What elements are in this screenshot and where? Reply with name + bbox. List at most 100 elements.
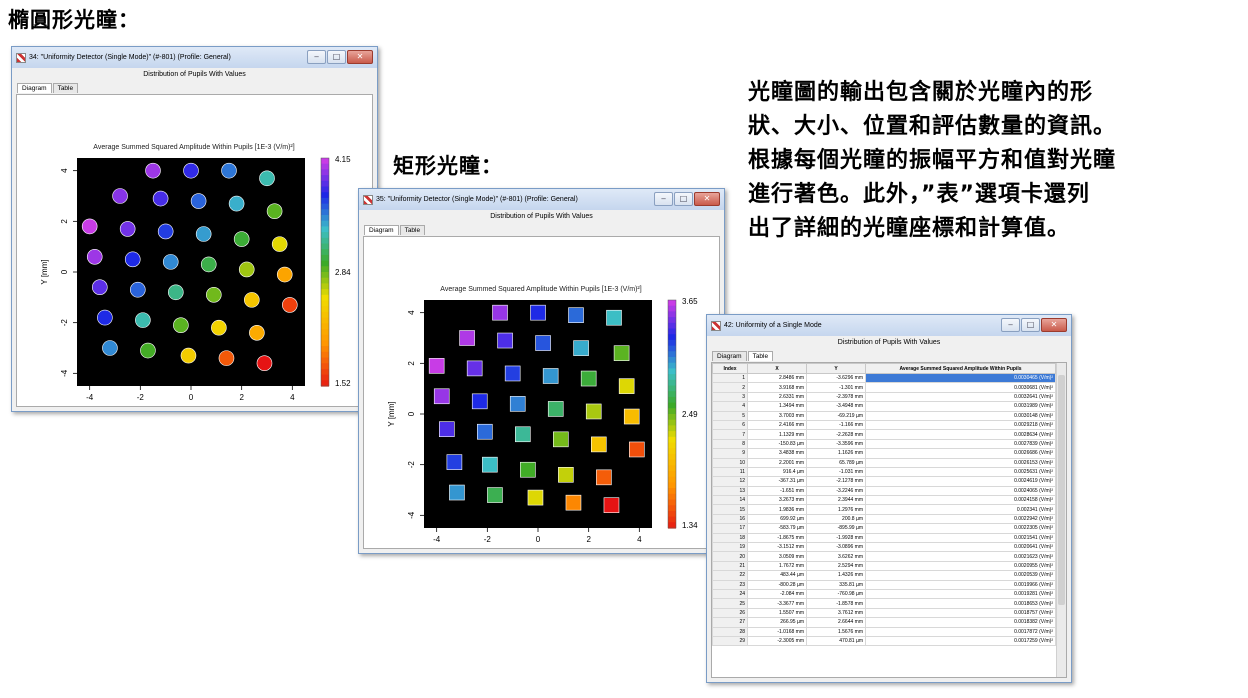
cell-y[interactable]: -1.031 mm: [806, 466, 866, 478]
window-titlebar[interactable]: 34: "Uniformity Detector (Single Mode)" …: [12, 47, 377, 68]
cell-x[interactable]: 3.7003 mm: [747, 410, 807, 421]
tab-table[interactable]: Table: [399, 225, 426, 235]
table-row[interactable]: 5 3.7003 mm -69.219 µm 0.0030148 (V/m)²: [712, 410, 1056, 421]
pupil-marker[interactable]: [218, 350, 235, 366]
cell-value[interactable]: 0.0029218 (V/m)²: [865, 419, 1056, 431]
cell-y[interactable]: -2.1278 mm: [806, 476, 866, 487]
pupil-marker[interactable]: [124, 251, 141, 268]
pupil-marker[interactable]: [585, 403, 602, 420]
cell-value[interactable]: 0.0020539 (V/m)²: [865, 570, 1056, 581]
column-header-x[interactable]: X: [747, 363, 807, 374]
cell-value[interactable]: 0.0022305 (V/m)²: [865, 523, 1056, 534]
pupil-marker[interactable]: [233, 231, 250, 247]
cell-x[interactable]: -3.1512 mm: [747, 542, 807, 553]
cell-value[interactable]: 0.0020955 (V/m)²: [865, 560, 1056, 572]
cell-value[interactable]: 0.0022942 (V/m)²: [865, 513, 1056, 525]
pupil-marker[interactable]: [249, 325, 265, 341]
window-titlebar[interactable]: 35: "Uniformity Detector (Single Mode)" …: [359, 189, 724, 210]
pupil-marker[interactable]: [152, 190, 169, 207]
pupil-marker[interactable]: [102, 340, 118, 356]
column-header-index[interactable]: Index: [712, 363, 748, 374]
pupil-marker[interactable]: [515, 426, 531, 443]
cell-y[interactable]: -1.9928 mm: [806, 532, 866, 544]
cell-index[interactable]: 25: [712, 598, 748, 609]
cell-index[interactable]: 3: [712, 391, 748, 403]
pupil-marker[interactable]: [200, 256, 217, 273]
table-row[interactable]: 7 1.1329 mm -2.2628 mm 0.0028634 (V/m)²: [712, 429, 1056, 440]
pupil-marker[interactable]: [492, 304, 508, 321]
cell-x[interactable]: 2.4166 mm: [747, 419, 807, 431]
cell-x[interactable]: -1.8675 mm: [747, 532, 807, 544]
cell-y[interactable]: -3.2246 mm: [806, 485, 866, 497]
cell-y[interactable]: 2.5294 mm: [806, 560, 866, 572]
cell-index[interactable]: 21: [712, 560, 748, 572]
cell-index[interactable]: 20: [712, 551, 748, 562]
pupil-marker[interactable]: [439, 421, 455, 437]
cell-value[interactable]: 0.0026686 (V/m)²: [865, 448, 1056, 459]
pupil-chart-ellipse[interactable]: Average Summed Squared Amplitude Within …: [17, 95, 372, 406]
table-row[interactable]: 6 2.4166 mm -1.166 mm 0.0029218 (V/m)²: [712, 419, 1056, 431]
minimize-icon[interactable]: ‒: [654, 192, 673, 206]
cell-index[interactable]: 29: [712, 635, 748, 647]
pupil-chart-rect[interactable]: Average Summed Squared Amplitude Within …: [364, 237, 719, 548]
cell-index[interactable]: 10: [712, 457, 748, 468]
pupil-marker[interactable]: [535, 335, 551, 351]
cell-x[interactable]: 1.7672 mm: [747, 560, 807, 572]
cell-y[interactable]: 200.8 µm: [806, 513, 866, 525]
cell-y[interactable]: 2.6644 mm: [806, 617, 866, 628]
cell-index[interactable]: 23: [712, 579, 748, 591]
cell-index[interactable]: 12: [712, 476, 748, 487]
tab-diagram[interactable]: Diagram: [364, 225, 399, 235]
cell-y[interactable]: 2.3944 mm: [806, 495, 866, 506]
table-row[interactable]: 17 -583.79 µm -895.99 µm 0.0022305 (V/m)²: [712, 523, 1056, 534]
pupil-marker[interactable]: [81, 218, 98, 235]
pupil-marker[interactable]: [573, 340, 589, 356]
cell-x[interactable]: 3.9168 mm: [747, 382, 807, 393]
cell-value[interactable]: 0.0031989 (V/m)²: [865, 401, 1056, 412]
maximize-icon[interactable]: □: [674, 192, 693, 206]
pupil-marker[interactable]: [596, 469, 612, 486]
minimize-icon[interactable]: ‒: [307, 50, 326, 64]
cell-x[interactable]: 3.4838 mm: [747, 448, 807, 459]
cell-value[interactable]: 0.0028634 (V/m)²: [865, 429, 1056, 440]
cell-value[interactable]: 0.0018382 (V/m)²: [865, 617, 1056, 628]
pupil-marker[interactable]: [565, 494, 582, 511]
tab-diagram[interactable]: Diagram: [712, 351, 747, 361]
cell-index[interactable]: 24: [712, 588, 748, 600]
table-row[interactable]: 16 699.92 µm 200.8 µm 0.0022942 (V/m)²: [712, 513, 1056, 525]
pupil-marker[interactable]: [547, 401, 564, 417]
cell-index[interactable]: 19: [712, 542, 748, 553]
cell-y[interactable]: 1.1626 mm: [806, 448, 866, 459]
cell-value[interactable]: 0.0020641 (V/m)²: [865, 542, 1056, 553]
pupil-marker[interactable]: [591, 436, 607, 453]
pupil-marker[interactable]: [221, 162, 237, 179]
cell-value[interactable]: 0.0018653 (V/m)²: [865, 598, 1056, 609]
cell-index[interactable]: 9: [712, 448, 748, 459]
pupil-marker[interactable]: [482, 456, 498, 473]
close-icon[interactable]: ✕: [347, 50, 373, 64]
table-row[interactable]: 3 2.6331 mm -2.3978 mm 0.0032641 (V/m)²: [712, 391, 1056, 403]
table-row[interactable]: 13 -1.651 mm -3.2246 mm 0.0024065 (V/m)²: [712, 485, 1056, 497]
cell-y[interactable]: -3.4948 mm: [806, 401, 866, 412]
cell-y[interactable]: -760.98 µm: [806, 588, 866, 600]
cell-x[interactable]: 699.92 µm: [747, 513, 807, 525]
table-row[interactable]: 29 -2.3005 mm 470.81 µm 0.0017259 (V/m)²: [712, 635, 1056, 647]
cell-value[interactable]: 0.0032641 (V/m)²: [865, 391, 1056, 403]
cell-x[interactable]: 916.4 µm: [747, 466, 807, 478]
close-icon[interactable]: ✕: [1041, 318, 1067, 332]
table-row[interactable]: 8 -150.83 µm -3.3596 mm 0.0027839 (V/m)²: [712, 438, 1056, 450]
pupil-marker[interactable]: [527, 489, 544, 506]
tab-table[interactable]: Table: [747, 351, 774, 361]
cell-y[interactable]: -1.166 mm: [806, 419, 866, 431]
pupil-marker[interactable]: [92, 279, 108, 295]
pupil-marker[interactable]: [628, 441, 645, 458]
cell-index[interactable]: 5: [712, 410, 748, 421]
table-row[interactable]: 28 -1.0168 mm 1.5676 mm 0.0017872 (V/m)²: [712, 626, 1056, 637]
pupil-marker[interactable]: [157, 223, 174, 240]
table-row[interactable]: 19 -3.1512 mm -3.0896 mm 0.0020641 (V/m)²: [712, 542, 1056, 553]
table-row[interactable]: 15 1.9836 mm 1.2976 mm 0.002341 (V/m)²: [712, 504, 1056, 515]
cell-value[interactable]: 0.0030148 (V/m)²: [865, 410, 1056, 421]
close-icon[interactable]: ✕: [694, 192, 720, 206]
cell-value[interactable]: 0.0017872 (V/m)²: [865, 626, 1056, 637]
tab-diagram[interactable]: Diagram: [17, 83, 52, 93]
